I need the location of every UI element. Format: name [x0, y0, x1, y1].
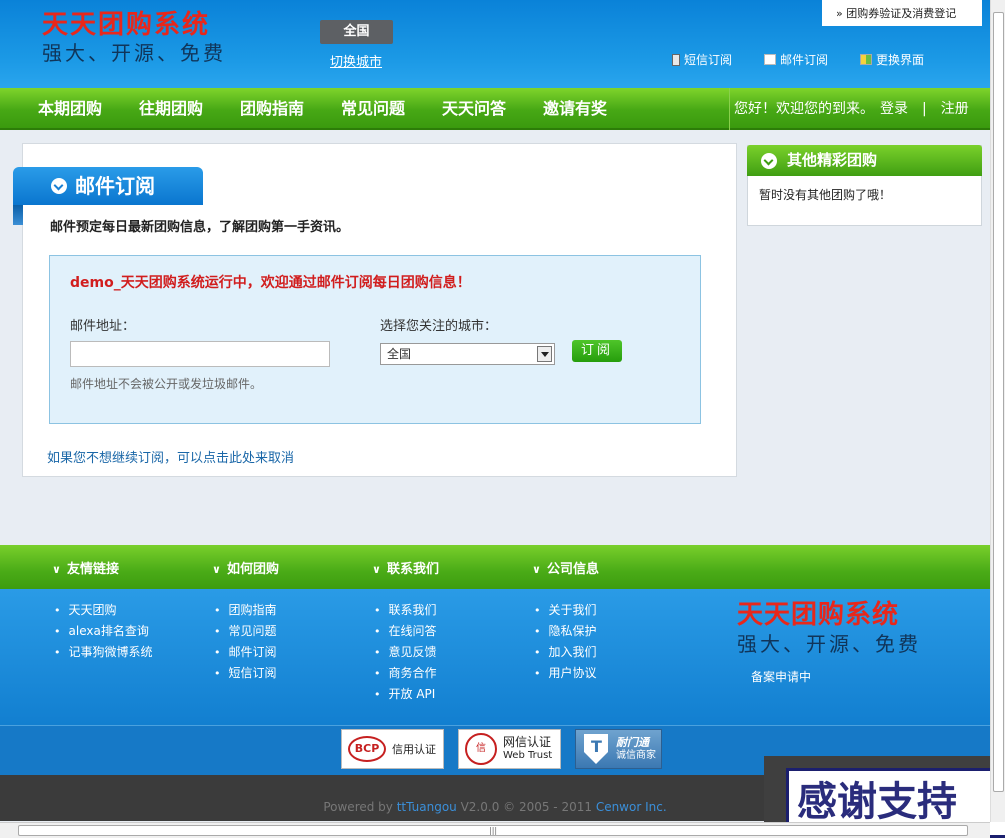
email-privacy-hint: 邮件地址不会被公开或发垃圾邮件。 — [70, 377, 263, 391]
trusted-merchant-title: 耐门通 — [616, 736, 649, 749]
nav-invite[interactable]: 邀请有奖 — [543, 88, 607, 130]
footer-logo-title: 天天团购系统 — [737, 600, 900, 630]
sms-subscribe-label: 短信订阅 — [684, 53, 733, 67]
footer-link[interactable]: 加入我们 — [534, 642, 597, 663]
chevron-down-icon — [51, 178, 67, 194]
web-trust-badge[interactable]: 信 网信认证 Web Trust — [458, 729, 561, 769]
footer-link[interactable]: 天天团购 — [54, 600, 153, 621]
footer-link[interactable]: 短信订阅 — [214, 663, 277, 684]
footer-link[interactable]: 关于我们 — [534, 600, 597, 621]
footer-link[interactable]: 隐私保护 — [534, 621, 597, 642]
powered-company-link[interactable]: Cenwor Inc. — [596, 800, 667, 814]
footer-link[interactable]: 联系我们 — [374, 600, 437, 621]
shield-icon — [584, 734, 608, 764]
footer-list-links: 天天团购 alexa排名查询 记事狗微博系统 — [54, 600, 153, 663]
bcp-logo-icon: BCP — [348, 736, 386, 762]
panel-title-text: 邮件订阅 — [75, 174, 155, 198]
welcome-area: 您好！欢迎您的到来。 登录 | 注册 — [729, 88, 990, 130]
welcome-text: 您好！欢迎您的到来。 — [734, 101, 874, 117]
change-skin-link[interactable]: 更换界面 — [860, 51, 924, 68]
panel-title: 邮件订阅 — [13, 167, 203, 205]
logo-title: 天天团购系统 — [42, 10, 211, 40]
web-trust-cn: 网信认证 — [503, 735, 552, 749]
web-trust-en: Web Trust — [503, 750, 553, 761]
main-nav: 本期团购 往期团购 团购指南 常见问题 天天问答 邀请有奖 您好！欢迎您的到来。… — [0, 88, 990, 130]
web-trust-text: 网信认证 Web Trust — [503, 736, 552, 762]
vertical-scrollbar[interactable] — [990, 0, 1005, 822]
email-input[interactable] — [70, 341, 330, 367]
footer-link[interactable]: 记事狗微博系统 — [54, 642, 153, 663]
footer-list-contact: 联系我们 在线问答 意见反馈 商务合作 开放 API — [374, 600, 437, 705]
trusted-merchant-sub: 诚信商家 — [616, 750, 656, 761]
scroll-grip-icon: ||| — [489, 826, 498, 835]
trust-seal-icon: 信 — [465, 733, 497, 765]
nav-separator: | — [922, 101, 927, 117]
change-skin-label: 更换界面 — [876, 53, 925, 67]
powered-brand-link[interactable]: ttTuangou — [397, 800, 457, 814]
current-city-badge: 全国 — [320, 20, 393, 44]
switch-city-link[interactable]: 切换城市 — [330, 51, 382, 70]
palette-icon — [860, 54, 873, 65]
mail-icon — [764, 54, 777, 65]
login-link[interactable]: 登录 — [880, 101, 908, 117]
city-select-value: 全国 — [387, 347, 412, 361]
nav-guide[interactable]: 团购指南 — [240, 88, 304, 130]
footer-col-title-howto: 如何团购 — [212, 558, 279, 577]
footer-link[interactable]: 在线问答 — [374, 621, 437, 642]
horizontal-scroll-thumb[interactable]: ||| — [18, 825, 968, 836]
email-subscribe-label: 邮件订阅 — [780, 53, 829, 67]
horizontal-scrollbar[interactable]: ||| — [0, 822, 990, 838]
footer-col-title-contact: 联系我们 — [372, 558, 439, 577]
nav-past-deals[interactable]: 往期团购 — [139, 88, 203, 130]
footer-logo: 天天团购系统 强大、开源、免费 — [737, 600, 921, 658]
dropdown-arrow-icon[interactable] — [537, 346, 552, 362]
email-subscribe-link[interactable]: 邮件订阅 — [764, 51, 828, 68]
unsubscribe-link[interactable]: 如果您不想继续订阅，可以点击此处来取消 — [47, 447, 294, 466]
top-links: 短信订阅 邮件订阅 更换界面 — [672, 51, 956, 68]
coupon-verify-link[interactable]: » 团购券验证及消费登记 — [822, 0, 982, 26]
footer-link[interactable]: 邮件订阅 — [214, 642, 277, 663]
tab-fold — [13, 205, 23, 225]
footer-col-title-company: 公司信息 — [532, 558, 599, 577]
powered-version: V2.0.0 © 2005 - 2011 — [456, 800, 596, 814]
trusted-merchant-badge[interactable]: 耐门通 诚信商家 — [575, 729, 662, 769]
footer-link[interactable]: 商务合作 — [374, 663, 437, 684]
footer-link[interactable]: alexa排名查询 — [54, 621, 153, 642]
site-header: 天天团购系统 强大、开源、免费 全国 切换城市 » 团购券验证及消费登记 短信订… — [0, 0, 990, 88]
nav-current-deals[interactable]: 本期团购 — [38, 88, 102, 130]
footer-link[interactable]: 常见问题 — [214, 621, 277, 642]
bcp-credit-badge[interactable]: BCP 信用认证 — [341, 729, 444, 769]
chevron-down-icon — [761, 153, 777, 169]
other-deals-empty: 暂时没有其他团购了哦！ — [759, 188, 892, 202]
nav-qa[interactable]: 天天问答 — [442, 88, 506, 130]
footer-link[interactable]: 意见反馈 — [374, 642, 437, 663]
icp-record: 备案申请中 — [751, 670, 812, 684]
demo-notice: demo_天天团购系统运行中，欢迎通过邮件订阅每日团购信息！ — [70, 275, 471, 291]
footer-list-howto: 团购指南 常见问题 邮件订阅 短信订阅 — [214, 600, 277, 684]
city-label: 选择您关注的城市： — [380, 319, 498, 334]
phone-icon — [672, 53, 680, 66]
register-link[interactable]: 注册 — [941, 101, 969, 117]
logo-subtitle: 强大、开源、免费 — [42, 41, 226, 65]
vertical-scroll-thumb[interactable] — [993, 12, 1004, 792]
other-deals-title-text: 其他精彩团购 — [787, 151, 878, 169]
other-deals-title: 其他精彩团购 — [747, 145, 982, 176]
city-select[interactable]: 全国 — [380, 343, 555, 365]
footer-list-company: 关于我们 隐私保护 加入我们 用户协议 — [534, 600, 597, 684]
trusted-merchant-text: 耐门通 诚信商家 — [616, 736, 656, 762]
footer-col-title-links: 友情链接 — [52, 558, 119, 577]
footer-link[interactable]: 用户协议 — [534, 663, 597, 684]
nav-faq[interactable]: 常见问题 — [341, 88, 405, 130]
site-logo[interactable]: 天天团购系统 强大、开源、免费 — [42, 10, 226, 66]
email-label: 邮件地址： — [70, 319, 136, 334]
panel-description: 邮件预定每日最新团购信息，了解团购第一手资讯。 — [50, 220, 350, 235]
subscribe-button[interactable]: 订阅 — [572, 340, 622, 362]
bcp-badge-label: 信用认证 — [392, 743, 436, 756]
powered-prefix: Powered by — [323, 800, 397, 814]
footer-link[interactable]: 团购指南 — [214, 600, 277, 621]
footer-header-bar — [0, 545, 990, 589]
sms-subscribe-link[interactable]: 短信订阅 — [672, 51, 732, 68]
footer-link[interactable]: 开放 API — [374, 684, 437, 705]
footer-logo-subtitle: 强大、开源、免费 — [737, 632, 921, 656]
